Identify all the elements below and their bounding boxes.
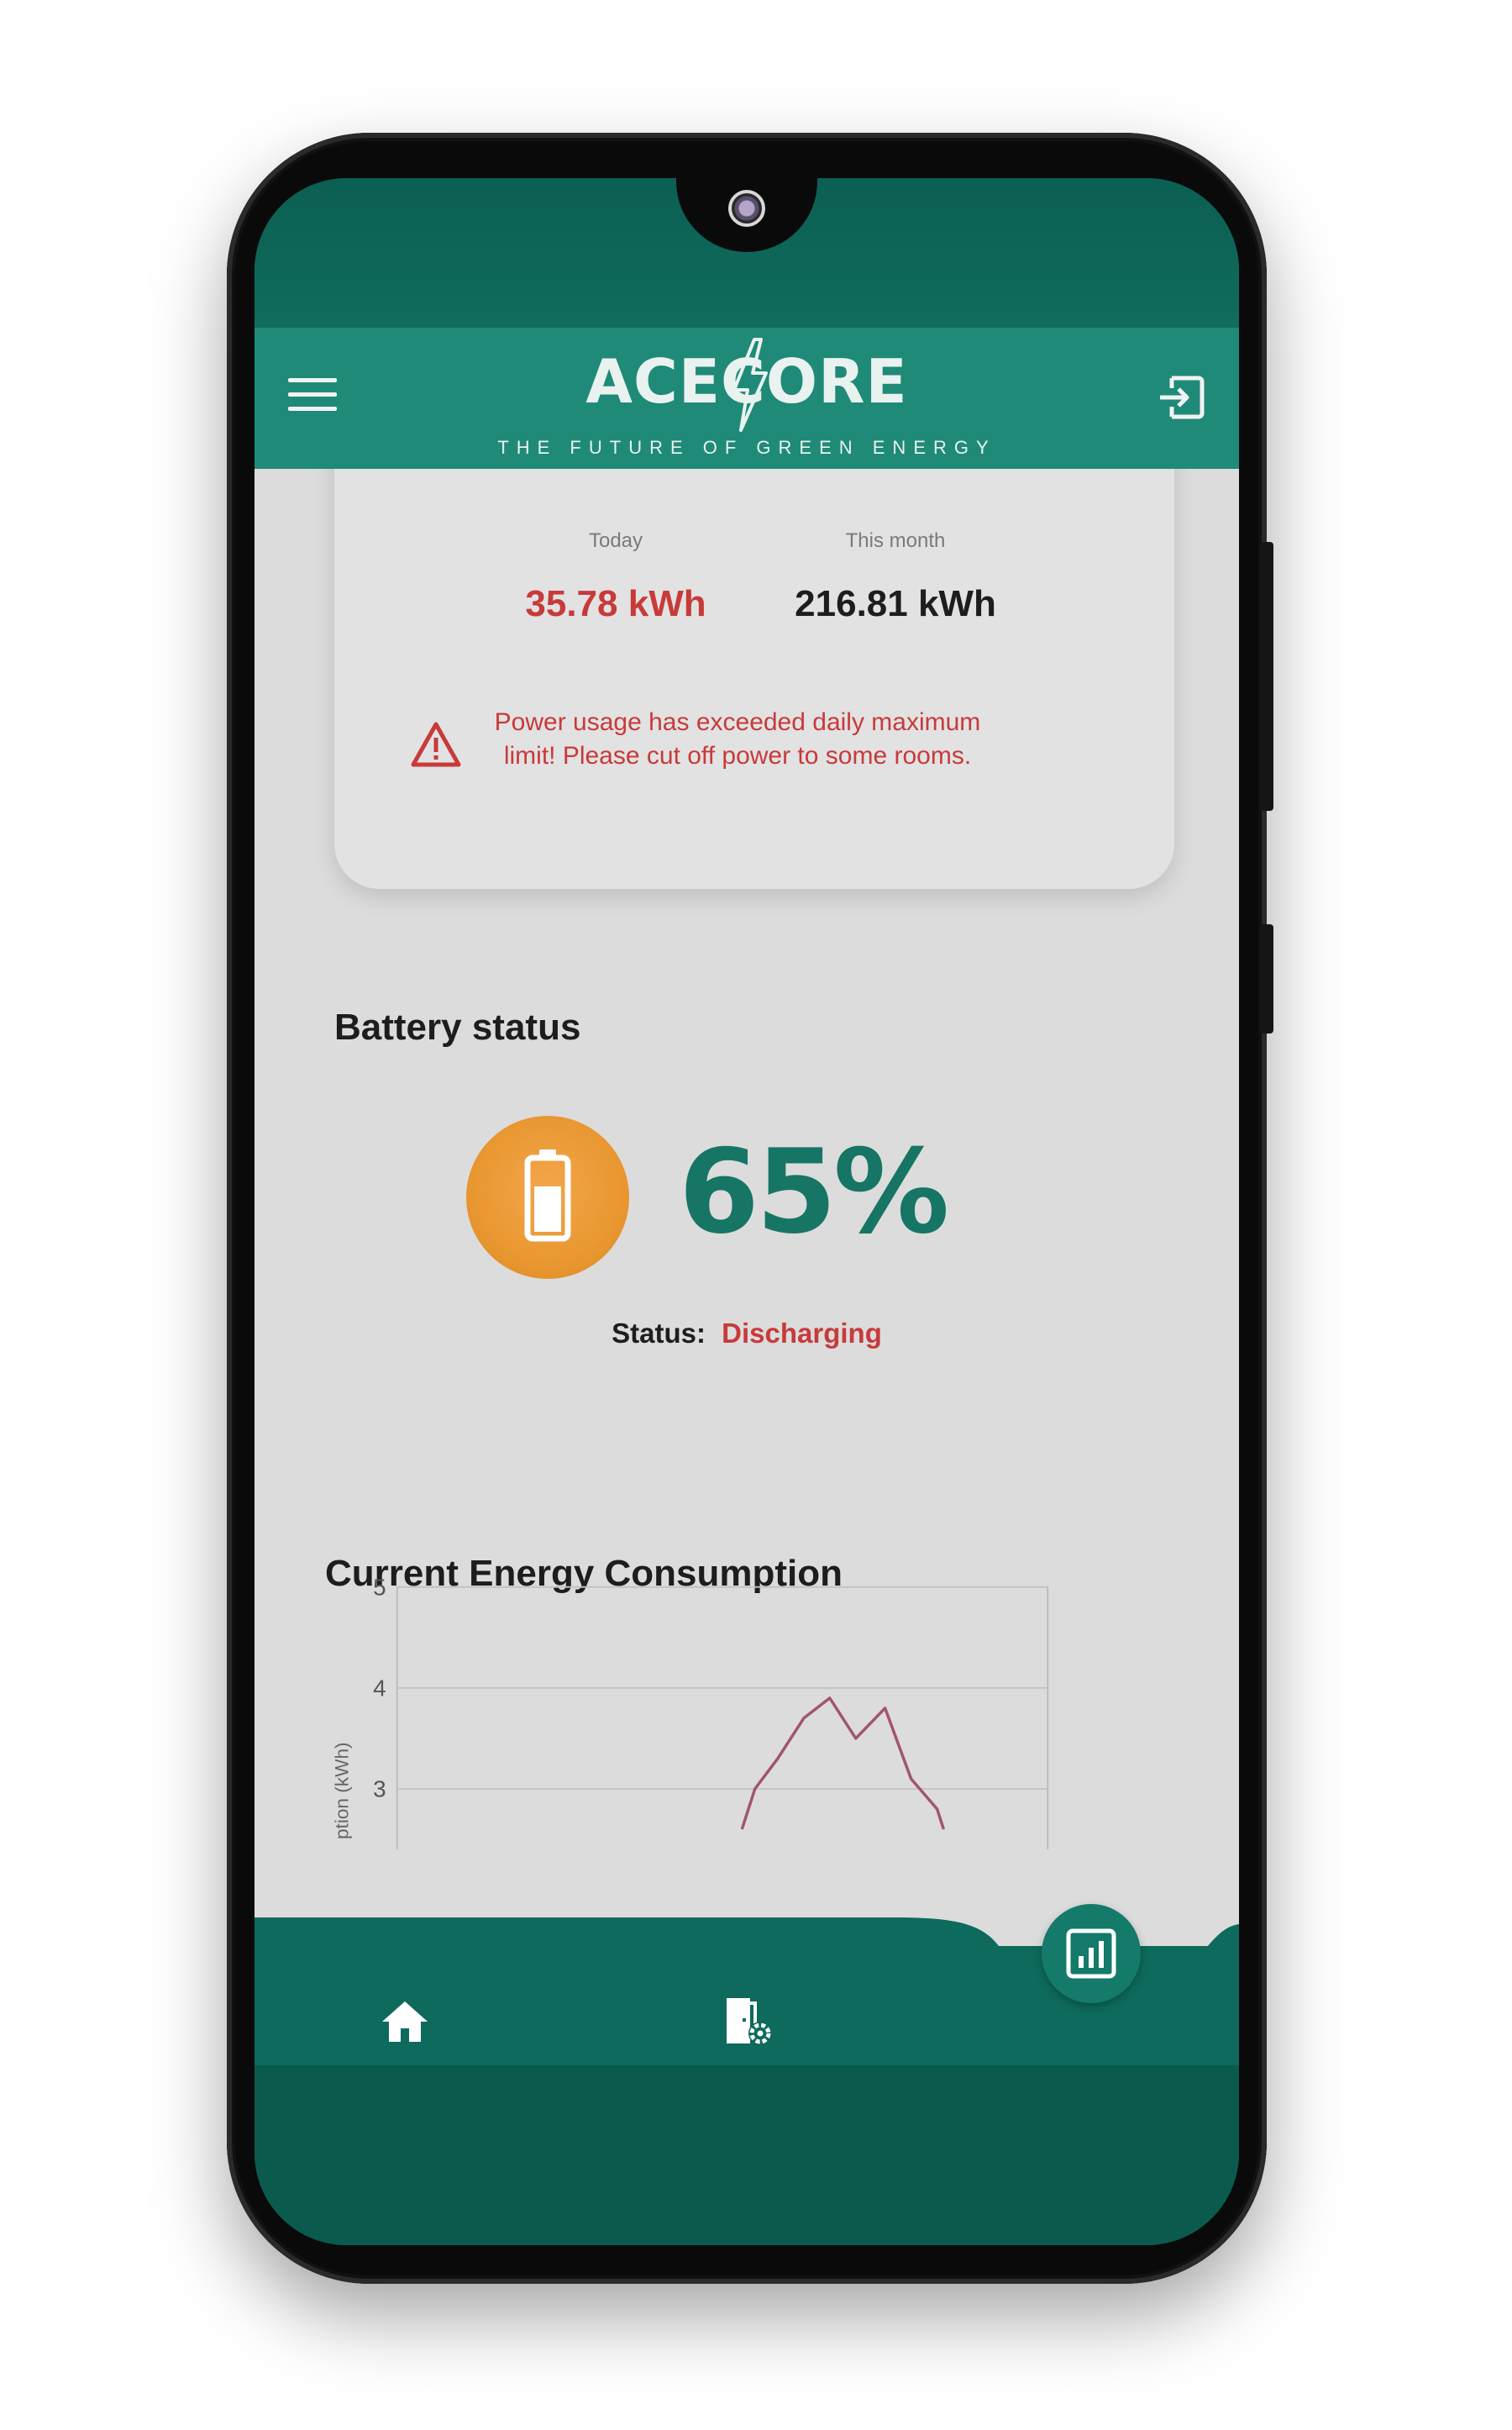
chart-y-tick-label: 4 — [373, 1675, 386, 1701]
bottom-navigation — [255, 1904, 1239, 2245]
chart-frame — [396, 1586, 1049, 1850]
chart-y-tick-label: 3 — [373, 1776, 386, 1802]
camera-lens — [728, 190, 765, 227]
chart-y-tick-label: 5 — [373, 1574, 386, 1600]
usage-warning-text: Power usage has exceeded daily maximum l… — [494, 708, 981, 770]
logout-icon[interactable] — [1155, 371, 1207, 423]
month-value: 216.81 kWh — [795, 583, 996, 624]
analytics-chart-icon — [1066, 1928, 1116, 1979]
warning-triangle-icon — [411, 722, 461, 767]
battery-status-title: Battery status — [334, 1007, 581, 1048]
analytics-button[interactable] — [1042, 1904, 1141, 2003]
today-label: Today — [588, 529, 643, 552]
today-value: 35.78 kWh — [525, 583, 706, 624]
app-header: ACECORE THE FUTURE OF GREEN ENERGY — [255, 328, 1239, 469]
usage-card: Today 35.78 kWh This month 216.81 kWh Po… — [334, 469, 1174, 889]
app-screen: ACECORE THE FUTURE OF GREEN ENERGY Today… — [255, 178, 1239, 2245]
battery-badge — [466, 1116, 629, 1279]
battery-icon — [524, 1149, 571, 1242]
brand-tagline: THE FUTURE OF GREEN ENERGY — [497, 437, 996, 458]
battery-status-label: Status: — [612, 1318, 706, 1349]
volume-button — [1260, 542, 1273, 811]
battery-status-line: Status: Discharging — [255, 1318, 1239, 1349]
home-icon[interactable] — [379, 1998, 431, 2045]
chart-series-line — [740, 1696, 946, 1830]
chart-y-axis-label: ption (kWh) — [331, 1742, 352, 1839]
lightning-bolt-icon — [732, 338, 768, 432]
battery-status-value: Discharging — [722, 1318, 882, 1349]
battery-percentage: 65% — [679, 1124, 949, 1260]
power-button — [1260, 924, 1273, 1034]
room-settings-icon[interactable] — [722, 1995, 775, 2049]
month-label: This month — [845, 529, 946, 552]
